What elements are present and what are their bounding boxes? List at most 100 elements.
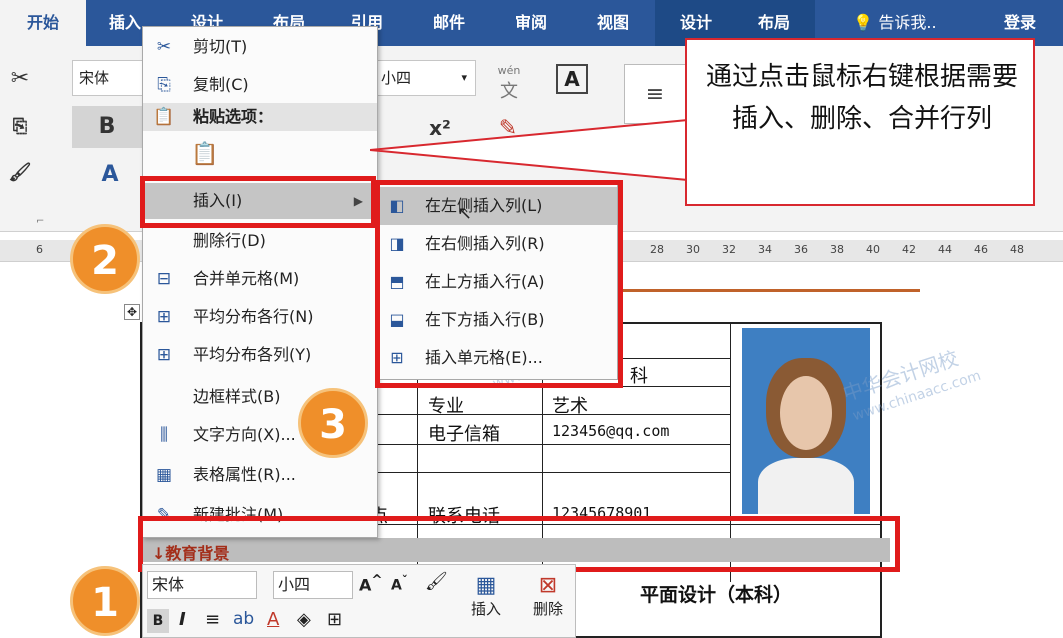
paste-option-icon: 📋 [191, 142, 219, 167]
font-color-icon[interactable]: A [267, 609, 279, 630]
ruler-mark: 42 [902, 243, 916, 256]
text-direction-icon: ⫼ [160, 425, 168, 445]
step-badge-2: 2 [70, 224, 140, 294]
highlight-insert-item [140, 176, 376, 228]
chevron-down-icon: ▾ [461, 71, 467, 84]
photo-face [780, 376, 832, 450]
paste-option-button[interactable]: 📋 [143, 137, 377, 177]
table-cell-value[interactable]: 艺术 [552, 392, 588, 418]
table-cell-label[interactable]: 专业 [428, 392, 464, 418]
mini-insert-button[interactable]: ▦ 插入 [459, 573, 513, 619]
format-painter-icon[interactable]: 🖌 [6, 162, 34, 183]
mini-bold-button[interactable]: B [147, 609, 169, 633]
font-size-box[interactable]: 小四 ▾ [374, 60, 476, 96]
delete-table-icon: ⊠ [538, 573, 558, 598]
insert-table-icon: ▦ [475, 573, 497, 598]
tab-mailings[interactable]: 邮件 [418, 0, 480, 46]
menu-item-label: 平均分布各行(N) [193, 307, 314, 326]
step-badge-3: 3 [298, 388, 368, 458]
ruler-mark: 6 [36, 243, 43, 256]
mini-italic-button[interactable]: I [179, 609, 186, 630]
paste-icon: 📋 [153, 107, 175, 127]
menu-item-distribute-cols[interactable]: ⊞ 平均分布各列(Y) [143, 337, 377, 373]
shading-icon[interactable]: ◈ [297, 609, 311, 630]
table-cell-value[interactable]: 123456@qq.com [552, 422, 669, 440]
highlight-submenu [375, 180, 623, 388]
menu-item-label: 合并单元格(M) [193, 269, 300, 288]
phonetic-top: wén [497, 64, 521, 77]
ruler-mark: 40 [866, 243, 880, 256]
character-border-button[interactable]: A [556, 64, 588, 94]
table-row-line [360, 444, 730, 445]
table-properties-icon: ▦ [155, 465, 173, 485]
menu-item-label: 边框样式(B) [193, 387, 281, 406]
shrink-font-icon[interactable]: Aˇ [391, 573, 408, 594]
tell-me-label: 告诉我.. [878, 13, 937, 32]
ruler-mark: 32 [722, 243, 736, 256]
table-cell-partial: 科 [630, 366, 648, 387]
menu-item-label: 平均分布各列(Y) [193, 345, 312, 364]
ruler-mark: 38 [830, 243, 844, 256]
education-value[interactable]: 平面设计（本科） [640, 580, 792, 607]
mini-font-size[interactable]: 小四 [273, 571, 353, 599]
format-painter-icon[interactable]: 🖌 [425, 571, 448, 592]
menu-item-copy[interactable]: ⎘ 复制(C) [143, 67, 377, 103]
cut-icon: ✂ [156, 37, 172, 57]
menu-item-delete-row[interactable]: 删除行(D) [143, 223, 377, 259]
phonetic-guide-button[interactable]: wén 文 [492, 64, 526, 103]
menu-item-label: 复制(C) [193, 75, 249, 94]
mini-delete-label: 删除 [532, 600, 563, 618]
distribute-rows-icon: ⊞ [156, 307, 172, 327]
font-name-box[interactable]: 宋体 [72, 60, 144, 96]
ruler-mark: 28 [650, 243, 664, 256]
bold-button[interactable]: B [72, 106, 142, 148]
callout-text: 通过点击鼠标右键根据需要插入、删除、合并行列 [705, 62, 1018, 134]
ruler-mark: 46 [974, 243, 988, 256]
mini-font-name[interactable]: 宋体 [147, 571, 257, 599]
ruler-mark: 48 [1010, 243, 1024, 256]
mini-toolbar: 宋体 小四 A^ Aˇ 🖌 B I ≡ ab A ◈ ⊞ ▦ 插入 ⊠ 删除 [142, 564, 576, 638]
menu-item-paste-options: 📋 粘贴选项： [143, 103, 377, 131]
lightbulb-icon: 💡 [853, 13, 874, 32]
menu-item-label: 删除行(D) [193, 231, 266, 250]
tab-view[interactable]: 视图 [582, 0, 644, 46]
heading-rule [590, 289, 920, 292]
step-badge-1: 1 [70, 566, 140, 636]
menu-item-distribute-rows[interactable]: ⊞ 平均分布各行(N) [143, 299, 377, 335]
ruler-mark: 36 [794, 243, 808, 256]
profile-photo[interactable] [742, 328, 870, 514]
table-row-line [360, 414, 730, 415]
mini-delete-button[interactable]: ⊠ 删除 [521, 573, 575, 619]
merge-cells-icon: ⊟ [156, 269, 172, 289]
borders-icon[interactable]: ⊞ [327, 609, 342, 630]
table-row-line [360, 472, 730, 473]
menu-item-label: 表格属性(R)... [193, 465, 296, 484]
ruler-mark: 44 [938, 243, 952, 256]
align-center-icon[interactable]: ≡ [205, 609, 220, 630]
menu-item-label: 粘贴选项： [193, 107, 274, 126]
text-effects-icon[interactable]: A [90, 162, 130, 187]
menu-item-merge-cells[interactable]: ⊟ 合并单元格(M) [143, 261, 377, 297]
context-menu: ✂ 剪切(T) ⎘ 复制(C) 📋 粘贴选项： 📋 插入(I) ▶ 删除行(D)… [142, 26, 378, 538]
callout-pointer [370, 118, 689, 182]
tab-home[interactable]: 开始 [0, 0, 86, 46]
grow-font-icon[interactable]: A^ [359, 573, 383, 594]
table-cell-label[interactable]: 电子信箱 [428, 420, 500, 446]
mini-insert-label: 插入 [470, 600, 501, 618]
cut-icon[interactable]: ✂ [6, 66, 34, 91]
font-size-value: 小四 [381, 69, 412, 87]
menu-item-cut[interactable]: ✂ 剪切(T) [143, 29, 377, 65]
callout-box: 通过点击鼠标右键根据需要插入、删除、合并行列 [685, 38, 1035, 206]
menu-item-label: 剪切(T) [193, 37, 248, 56]
menu-item-table-properties[interactable]: ▦ 表格属性(R)... [143, 457, 377, 493]
ruler-mark: 34 [758, 243, 772, 256]
table-move-handle-icon[interactable]: ✥ [124, 304, 140, 320]
copy-icon[interactable]: ⎘ [6, 116, 34, 137]
dialog-launcher-icon[interactable]: ⌐ [36, 216, 44, 227]
highlight-color-icon[interactable]: ab [233, 609, 254, 629]
copy-icon: ⎘ [157, 75, 171, 95]
distribute-cols-icon: ⊞ [156, 345, 172, 365]
photo-shirt [758, 458, 854, 514]
menu-item-label: 文字方向(X)... [193, 425, 296, 444]
tab-review[interactable]: 审阅 [500, 0, 562, 46]
